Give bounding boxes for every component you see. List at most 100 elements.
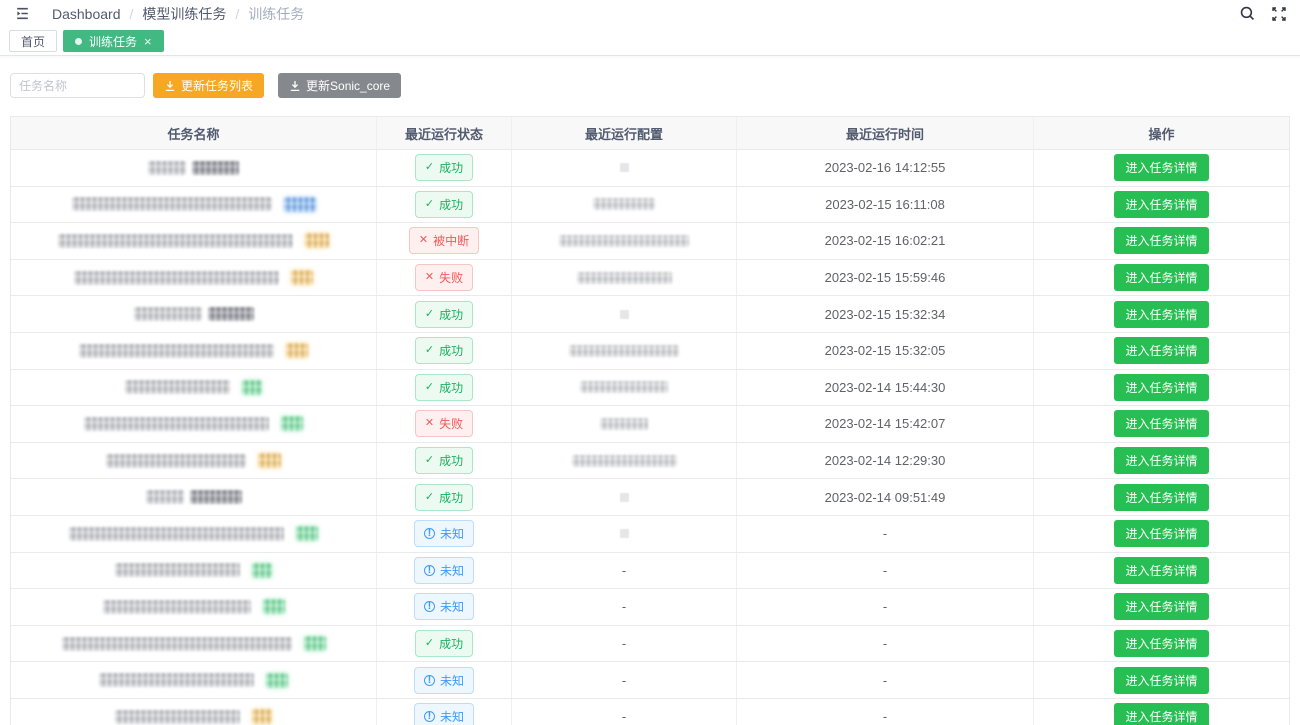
time-cell: 2023-02-15 16:11:08 bbox=[736, 187, 1033, 223]
enter-task-detail-button[interactable]: 进入任务详情 bbox=[1114, 337, 1208, 364]
task-name-input[interactable] bbox=[10, 73, 145, 98]
status-badge-success: ✓成功 bbox=[415, 484, 473, 511]
task-name-cell bbox=[11, 516, 376, 552]
top-navbar: Dashboard / 模型训练任务 / 训练任务 bbox=[0, 0, 1300, 27]
status-label: 失败 bbox=[439, 269, 463, 286]
status-cell: ✓成功 bbox=[376, 150, 511, 186]
status-label: 失败 bbox=[439, 415, 463, 432]
status-success-icon: ✓ bbox=[425, 382, 434, 393]
censored-config bbox=[600, 418, 648, 430]
enter-task-detail-button[interactable]: 进入任务详情 bbox=[1114, 484, 1208, 511]
enter-task-detail-button[interactable]: 进入任务详情 bbox=[1114, 410, 1208, 437]
enter-task-detail-button[interactable]: 进入任务详情 bbox=[1114, 264, 1208, 291]
status-cell: !未知 bbox=[376, 589, 511, 625]
censored-config-dot bbox=[620, 310, 629, 319]
yellow-tag bbox=[258, 453, 281, 468]
enter-task-detail-button[interactable]: 进入任务详情 bbox=[1114, 630, 1208, 657]
time-cell: - bbox=[736, 516, 1033, 552]
tab-home[interactable]: 首页 bbox=[9, 30, 57, 52]
enter-task-detail-button[interactable]: 进入任务详情 bbox=[1114, 593, 1208, 620]
active-tab-dot-icon bbox=[75, 38, 82, 45]
status-cell: ✓成功 bbox=[376, 479, 511, 515]
enter-task-detail-button[interactable]: 进入任务详情 bbox=[1114, 374, 1208, 401]
menu-fold-icon[interactable] bbox=[12, 4, 32, 24]
censored-config bbox=[593, 198, 655, 210]
status-unknown-icon: ! bbox=[424, 711, 435, 722]
table-row: ✓成功2023-02-15 15:32:34进入任务详情 bbox=[11, 296, 1289, 333]
censored-task-name bbox=[58, 234, 293, 248]
status-cell: ✓成功 bbox=[376, 187, 511, 223]
enter-task-detail-button[interactable]: 进入任务详情 bbox=[1114, 227, 1208, 254]
tab-close-icon[interactable]: × bbox=[144, 35, 152, 48]
green-tag bbox=[266, 673, 288, 688]
task-name-cell bbox=[11, 662, 376, 698]
fullscreen-icon[interactable] bbox=[1270, 5, 1288, 23]
config-cell bbox=[511, 479, 736, 515]
enter-task-detail-button[interactable]: 进入任务详情 bbox=[1114, 667, 1208, 694]
time-cell: 2023-02-15 15:32:05 bbox=[736, 333, 1033, 369]
table-row: ✓成功 2023-02-14 12:29:30 进入任务详情 bbox=[11, 443, 1289, 480]
column-header-time: 最近运行时间 bbox=[736, 117, 1033, 149]
status-badge-unknown: !未知 bbox=[414, 593, 474, 620]
enter-task-detail-button[interactable]: 进入任务详情 bbox=[1114, 154, 1208, 181]
time-cell: 2023-02-15 16:02:21 bbox=[736, 223, 1033, 259]
yellow-tag bbox=[305, 233, 329, 248]
censored-config bbox=[580, 381, 668, 393]
task-name-cell bbox=[11, 187, 376, 223]
table-row: ✓成功2023-02-15 15:32:05进入任务详情 bbox=[11, 333, 1289, 370]
task-name-cell bbox=[11, 443, 376, 479]
status-unknown-icon: ! bbox=[424, 601, 435, 612]
config-cell: - bbox=[511, 626, 736, 662]
table-row: ✕失败2023-02-14 15:42:07进入任务详情 bbox=[11, 406, 1289, 443]
config-cell bbox=[511, 150, 736, 186]
status-success-icon: ✓ bbox=[425, 199, 434, 210]
enter-task-detail-button[interactable]: 进入任务详情 bbox=[1114, 703, 1208, 725]
download-icon bbox=[289, 80, 301, 92]
column-header-config: 最近运行配置 bbox=[511, 117, 736, 149]
status-cell: ✓成功 bbox=[376, 443, 511, 479]
status-cell: ✓成功 bbox=[376, 370, 511, 406]
config-cell: - bbox=[511, 553, 736, 589]
tab-training-tasks-active[interactable]: 训练任务 × bbox=[63, 30, 164, 52]
status-failed-icon: ✕ bbox=[425, 418, 434, 429]
config-cell bbox=[511, 516, 736, 552]
status-cell: ✕被中断 bbox=[376, 223, 511, 259]
action-cell: 进入任务详情 bbox=[1033, 699, 1289, 725]
enter-task-detail-button[interactable]: 进入任务详情 bbox=[1114, 301, 1208, 328]
censored-task-name bbox=[99, 673, 254, 687]
censored-task-name bbox=[69, 527, 284, 541]
breadcrumb-item-dashboard[interactable]: Dashboard bbox=[52, 6, 121, 22]
time-cell: 2023-02-14 12:29:30 bbox=[736, 443, 1033, 479]
status-label: 未知 bbox=[440, 562, 464, 579]
column-header-actions: 操作 bbox=[1033, 117, 1289, 149]
censored-task-name bbox=[115, 710, 240, 724]
censored-config bbox=[569, 345, 679, 357]
status-label: 成功 bbox=[439, 635, 463, 652]
status-cell: !未知 bbox=[376, 662, 511, 698]
time-cell: 2023-02-16 14:12:55 bbox=[736, 150, 1033, 186]
config-cell bbox=[511, 406, 736, 442]
status-badge-failed: ✕失败 bbox=[415, 264, 473, 291]
status-badge-interrupted: ✕被中断 bbox=[409, 227, 479, 254]
status-unknown-icon: ! bbox=[424, 528, 435, 539]
censored-task-name bbox=[79, 344, 274, 358]
enter-task-detail-button[interactable]: 进入任务详情 bbox=[1114, 557, 1208, 584]
status-label: 成功 bbox=[439, 306, 463, 323]
enter-task-detail-button[interactable]: 进入任务详情 bbox=[1114, 191, 1208, 218]
breadcrumb-item-model-training[interactable]: 模型训练任务 bbox=[142, 4, 226, 24]
enter-task-detail-button[interactable]: 进入任务详情 bbox=[1114, 447, 1208, 474]
search-icon[interactable] bbox=[1238, 5, 1256, 23]
config-cell bbox=[511, 333, 736, 369]
time-cell: 2023-02-14 15:44:30 bbox=[736, 370, 1033, 406]
status-interrupted-icon: ✕ bbox=[419, 235, 428, 246]
status-cell: !未知 bbox=[376, 516, 511, 552]
yellow-tag bbox=[286, 343, 308, 358]
time-cell: - bbox=[736, 553, 1033, 589]
status-badge-success: ✓成功 bbox=[415, 630, 473, 657]
enter-task-detail-button[interactable]: 进入任务详情 bbox=[1114, 520, 1208, 547]
status-unknown-icon: ! bbox=[424, 565, 435, 576]
breadcrumb-item-current: 训练任务 bbox=[248, 4, 304, 24]
update-sonic-core-button[interactable]: 更新Sonic_core bbox=[278, 73, 401, 98]
update-task-list-button[interactable]: 更新任务列表 bbox=[153, 73, 264, 98]
table-row: ! 未知 -- 进入任务详情 bbox=[11, 553, 1289, 590]
